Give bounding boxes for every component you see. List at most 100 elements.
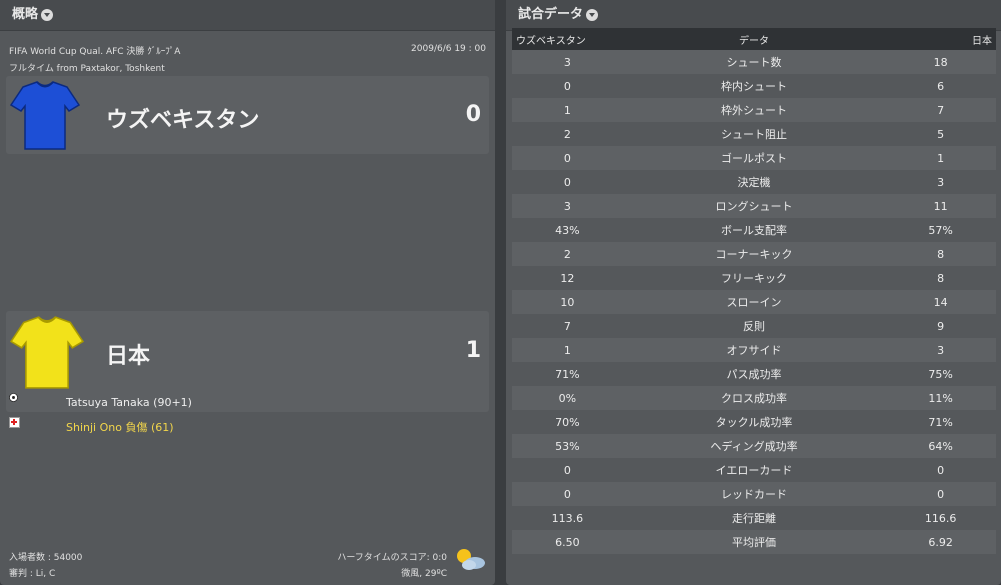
stat-label: コーナーキック <box>622 242 886 266</box>
stat-label: パス成功率 <box>622 362 886 386</box>
stat-home-value: 43% <box>512 218 623 242</box>
stat-home-value: 0 <box>512 458 623 482</box>
home-team-row[interactable]: ウズベキスタン 0 <box>6 76 489 154</box>
stat-home-value: 12 <box>512 266 623 290</box>
stat-away-value: 8 <box>885 242 996 266</box>
stat-row: 10 スローイン 14 <box>512 290 996 314</box>
stat-label: イエローカード <box>622 458 886 482</box>
sun-cloud-icon <box>457 549 485 570</box>
stat-away-value: 71% <box>885 410 996 434</box>
stat-row: 1 オフサイド 3 <box>512 338 996 362</box>
stat-row: 71% パス成功率 75% <box>512 362 996 386</box>
stat-home-value: 0% <box>512 386 623 410</box>
stats-header[interactable]: 試合データ <box>506 0 1001 31</box>
stat-row: 12 フリーキック 8 <box>512 266 996 290</box>
stat-label: 枠内シュート <box>622 74 886 98</box>
stat-home-value: 0 <box>512 74 623 98</box>
stats-table: ウズベキスタン データ 日本 3 シュート数 18 0 枠内シュート 6 1 枠外シュート 7 2… <box>512 28 996 554</box>
stat-home-value: 1 <box>512 338 623 362</box>
stats-header-row: ウズベキスタン データ 日本 <box>512 28 996 50</box>
stat-row: 53% ヘディング成功率 64% <box>512 434 996 458</box>
summary-title: 概略 <box>12 7 39 22</box>
stat-label: 決定機 <box>622 170 886 194</box>
stat-home-value: 10 <box>512 290 623 314</box>
stat-away-value: 14 <box>885 290 996 314</box>
stat-row: 7 反則 9 <box>512 314 996 338</box>
home-team-name: ウズベキスタン <box>106 108 260 133</box>
summary-panel: 概略 FIFA World Cup Qual. AFC 決勝 ｸﾞﾙｰﾌﾟA 2… <box>0 0 495 585</box>
stat-away-value: 18 <box>885 50 996 74</box>
stat-row: 6.50 平均評価 6.92 <box>512 530 996 554</box>
halftime-score: ハーフタイムのスコア: 0:0 <box>337 553 447 563</box>
stat-label: ボール支配率 <box>622 218 886 242</box>
stat-away-value: 6.92 <box>885 530 996 554</box>
stats-title: 試合データ <box>518 7 584 22</box>
referee-label: 審判 : Li, C <box>9 569 56 579</box>
label-column-header[interactable]: データ <box>622 28 886 50</box>
match-stats-panel: 試合データ ウズベキスタン データ 日本 3 シュート数 18 0 枠内シュート 6 1 枠外… <box>506 0 1001 585</box>
stat-label: ロングシュート <box>622 194 886 218</box>
stat-label: ヘディング成功率 <box>622 434 886 458</box>
stat-away-value: 116.6 <box>885 506 996 530</box>
goal-event[interactable]: Tatsuya Tanaka (90+1) <box>66 396 192 409</box>
stat-row: 0% クロス成功率 11% <box>512 386 996 410</box>
stat-home-value: 0 <box>512 146 623 170</box>
stat-row: 43% ボール支配率 57% <box>512 218 996 242</box>
away-team-score: 1 <box>465 338 481 363</box>
stat-label: レッドカード <box>622 482 886 506</box>
stat-home-value: 1 <box>512 98 623 122</box>
stat-row: 0 イエローカード 0 <box>512 458 996 482</box>
away-team-name: 日本 <box>106 344 151 369</box>
stat-away-value: 7 <box>885 98 996 122</box>
stat-away-value: 0 <box>885 482 996 506</box>
injury-event[interactable]: Shinji Ono 負傷 (61) <box>66 419 174 435</box>
stat-label: 枠外シュート <box>622 98 886 122</box>
away-shirt-icon <box>9 316 85 389</box>
weather-label: 微風, 29ºC <box>401 569 447 579</box>
stat-home-value: 7 <box>512 314 623 338</box>
stat-away-value: 11% <box>885 386 996 410</box>
stat-home-value: 0 <box>512 482 623 506</box>
stat-label: クロス成功率 <box>622 386 886 410</box>
stat-row: 0 決定機 3 <box>512 170 996 194</box>
stat-away-value: 11 <box>885 194 996 218</box>
stat-label: フリーキック <box>622 266 886 290</box>
stat-row: 3 シュート数 18 <box>512 50 996 74</box>
stat-row: 1 枠外シュート 7 <box>512 98 996 122</box>
stat-home-value: 0 <box>512 170 623 194</box>
stat-away-value: 9 <box>885 314 996 338</box>
chevron-down-icon[interactable] <box>586 9 599 21</box>
stat-away-value: 8 <box>885 266 996 290</box>
venue-label: フルタイム from Paxtakor, Toshkent <box>9 64 165 74</box>
stat-row: 2 コーナーキック 8 <box>512 242 996 266</box>
summary-header[interactable]: 概略 <box>0 0 495 31</box>
stat-row: 70% タックル成功率 71% <box>512 410 996 434</box>
stat-row: 113.6 走行距離 116.6 <box>512 506 996 530</box>
stat-home-value: 53% <box>512 434 623 458</box>
stat-away-value: 75% <box>885 362 996 386</box>
away-column-header[interactable]: 日本 <box>885 28 996 50</box>
stat-home-value: 70% <box>512 410 623 434</box>
match-datetime: 2009/6/6 19 : 00 <box>411 44 486 54</box>
stat-home-value: 2 <box>512 122 623 146</box>
stat-home-value: 113.6 <box>512 506 623 530</box>
chevron-down-icon[interactable] <box>41 9 54 21</box>
stat-row: 0 レッドカード 0 <box>512 482 996 506</box>
stat-row: 3 ロングシュート 11 <box>512 194 996 218</box>
stat-row: 2 シュート阻止 5 <box>512 122 996 146</box>
stat-label: シュート数 <box>622 50 886 74</box>
stat-label: 平均評価 <box>622 530 886 554</box>
stat-label: スローイン <box>622 290 886 314</box>
stat-label: 反則 <box>622 314 886 338</box>
stat-away-value: 57% <box>885 218 996 242</box>
attendance-label: 入場者数 : 54000 <box>9 553 83 563</box>
stat-away-value: 6 <box>885 74 996 98</box>
soccer-ball-icon <box>9 393 18 402</box>
home-column-header[interactable]: ウズベキスタン <box>512 28 623 50</box>
stat-row: 0 ゴールポスト 1 <box>512 146 996 170</box>
stat-home-value: 6.50 <box>512 530 623 554</box>
stat-label: オフサイド <box>622 338 886 362</box>
stat-away-value: 0 <box>885 458 996 482</box>
injury-cross-icon <box>9 417 20 428</box>
stat-home-value: 3 <box>512 194 623 218</box>
